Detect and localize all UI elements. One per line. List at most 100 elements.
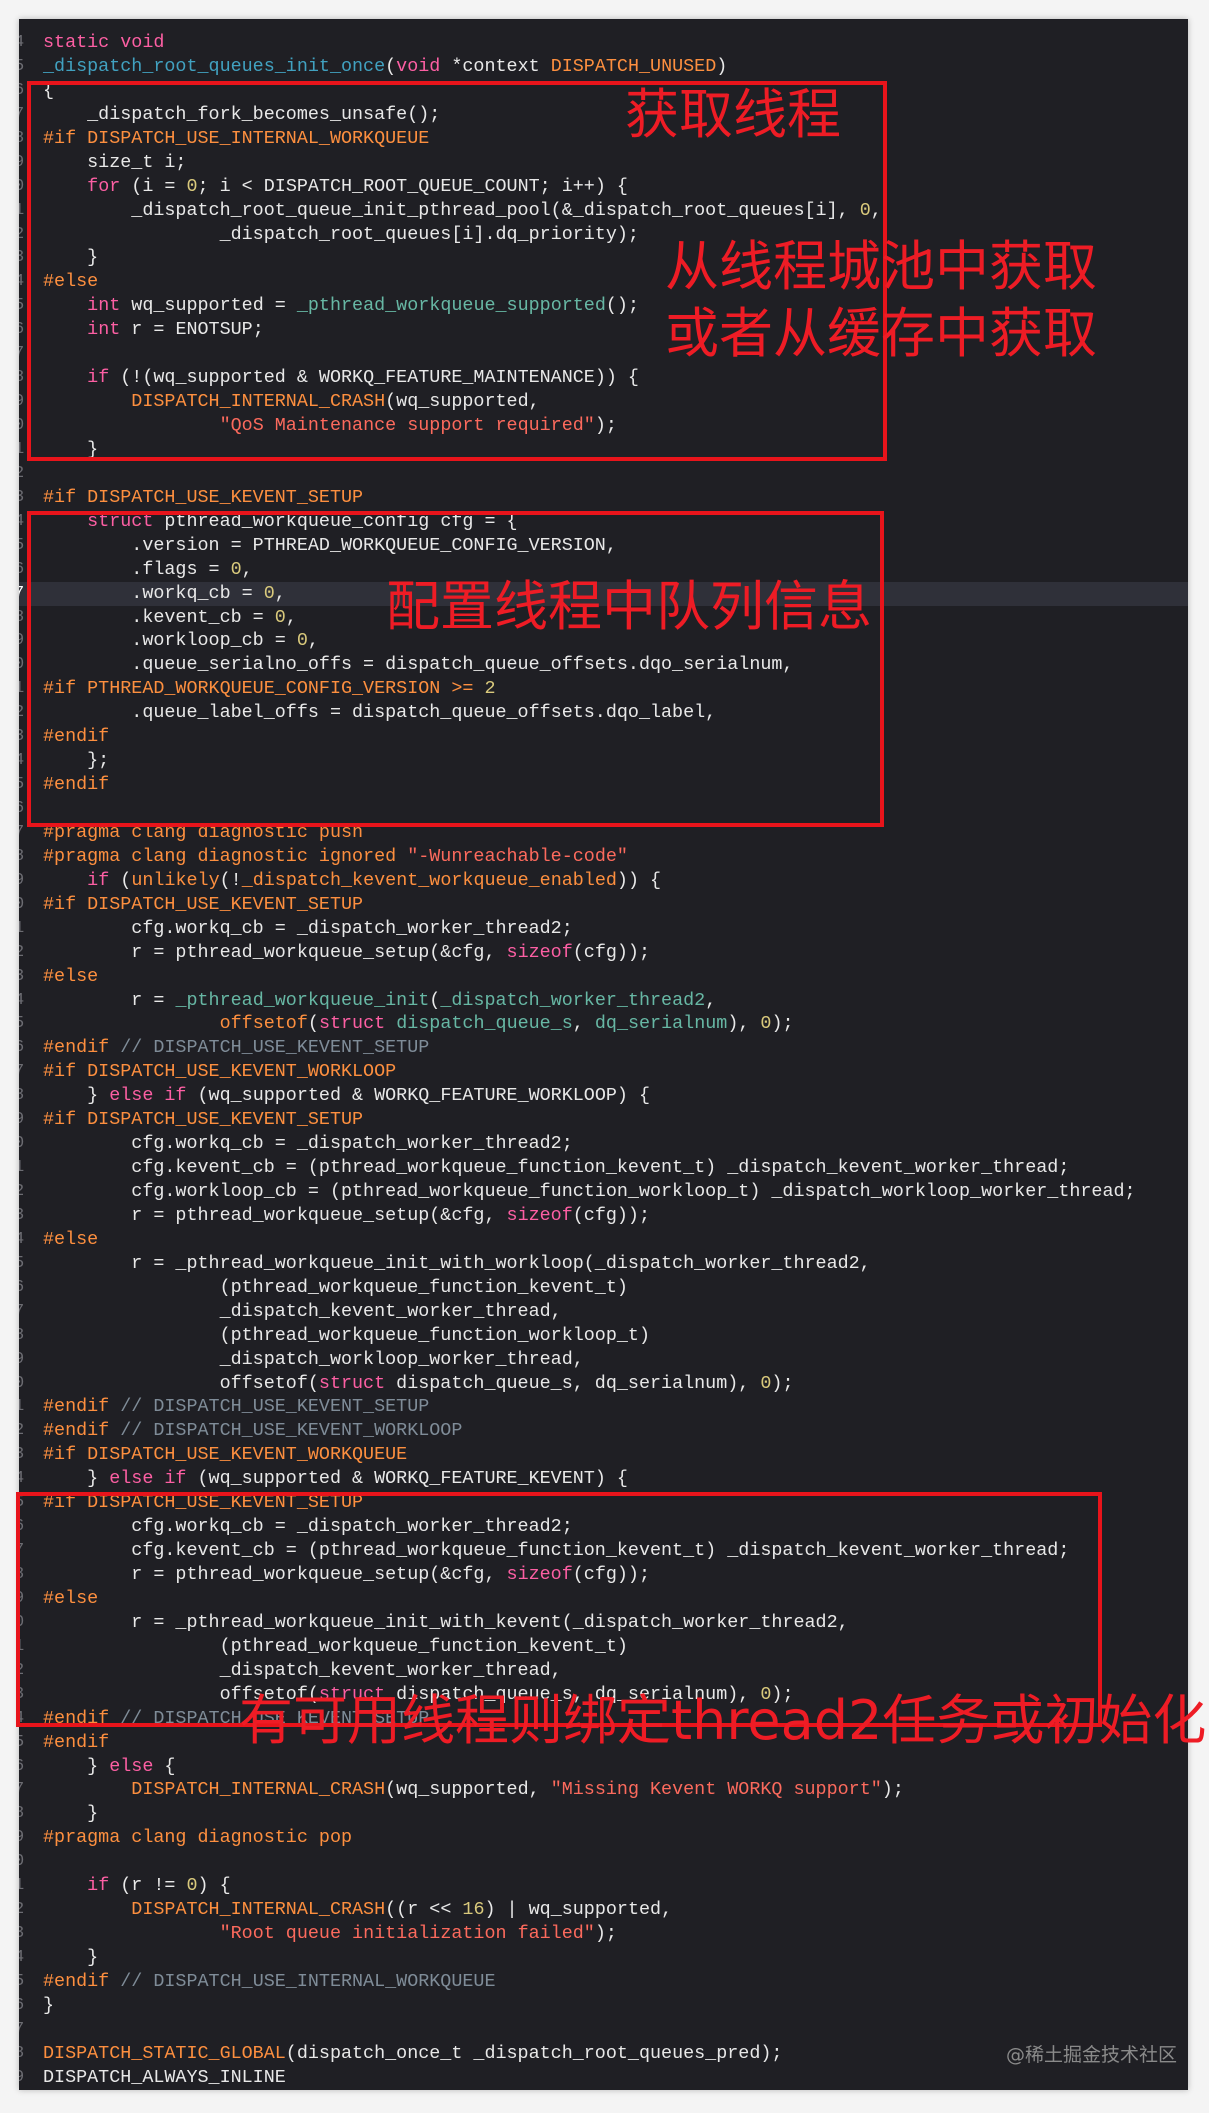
code-text: offsetof(struct dispatch_queue_s, dq_ser…	[43, 1012, 794, 1036]
code-line[interactable]: 3 #if DISPATCH_USE_KEVENT_SETUP	[19, 486, 1188, 510]
code-line[interactable]: 9 _dispatch_workloop_worker_thread,	[19, 1348, 1188, 1372]
code-line[interactable]: 3 r = pthread_workqueue_setup(&cfg, size…	[19, 1204, 1188, 1228]
code-line[interactable]: 9 DISPATCH_INTERNAL_CRASH(wq_supported,	[19, 390, 1188, 414]
code-line[interactable]: 6	[19, 797, 1188, 821]
code-line[interactable]: 3 "Root queue initialization failed");	[19, 1922, 1188, 1946]
code-line[interactable]: 2 _dispatch_kevent_worker_thread,	[19, 1659, 1188, 1683]
code-line[interactable]: 7	[19, 2018, 1188, 2042]
code-line[interactable]: 1 cfg.kevent_cb = (pthread_workqueue_fun…	[19, 1156, 1188, 1180]
line-number: 1	[19, 1397, 25, 1417]
code-line[interactable]: 5 offsetof(struct dispatch_queue_s, dq_s…	[19, 1012, 1188, 1036]
code-line[interactable]: 5 #endif // DISPATCH_USE_INTERNAL_WORKQUE…	[19, 1970, 1188, 1994]
code-line[interactable]: 2	[19, 462, 1188, 486]
code-line[interactable]: 4 };	[19, 749, 1188, 773]
code-line[interactable]: 9 if (unlikely(!_dispatch_kevent_workque…	[19, 869, 1188, 893]
code-line[interactable]: 8 #pragma clang diagnostic ignored "-Wunr…	[19, 845, 1188, 869]
code-line[interactable]: 8 if (!(wq_supported & WORKQ_FEATURE_MAI…	[19, 366, 1188, 390]
code-line[interactable]: 1 }	[19, 438, 1188, 462]
code-line[interactable]: 9 #pragma clang diagnostic pop	[19, 1826, 1188, 1850]
code-line[interactable]: 6{	[19, 79, 1188, 103]
code-line[interactable]: 0 .queue_serialno_offs = dispatch_queue_…	[19, 653, 1188, 677]
code-line[interactable]: 8 (pthread_workqueue_function_workloop_t…	[19, 1324, 1188, 1348]
code-line[interactable]: 4 struct pthread_workqueue_config cfg = …	[19, 510, 1188, 534]
code-line[interactable]: 0 offsetof(struct dispatch_queue_s, dq_s…	[19, 1372, 1188, 1396]
code-line[interactable]: 1 (pthread_workqueue_function_kevent_t)	[19, 1635, 1188, 1659]
code-line[interactable]: 1 #if PTHREAD_WORKQUEUE_CONFIG_VERSION >=…	[19, 677, 1188, 701]
line-number: 6	[19, 1038, 25, 1058]
code-line[interactable]: 2 #endif // DISPATCH_USE_KEVENT_WORKLOOP	[19, 1419, 1188, 1443]
code-line[interactable]: 3 #endif	[19, 725, 1188, 749]
code-line[interactable]: 5 _dispatch_root_queues_init_once(void *c…	[19, 55, 1188, 79]
code-line[interactable]: 4 } else if (wq_supported & WORKQ_FEATUR…	[19, 1467, 1188, 1491]
code-line[interactable]: 2 .queue_label_offs = dispatch_queue_off…	[19, 701, 1188, 725]
code-line[interactable]: 3 #else	[19, 965, 1188, 989]
code-token: (pthread_workqueue_function_kevent_t)	[43, 1276, 628, 1298]
code-line[interactable]: 8 }	[19, 1802, 1188, 1826]
code-line[interactable]: 4 r = _pthread_workqueue_init(_dispatch_…	[19, 989, 1188, 1013]
code-line[interactable]: 8 #if DISPATCH_USE_INTERNAL_WORKQUEUE	[19, 127, 1188, 151]
code-line[interactable]: 4 #else	[19, 1228, 1188, 1252]
line-number: 8	[19, 846, 25, 866]
line-number: 5	[19, 296, 25, 316]
code-line[interactable]: 7 DISPATCH_INTERNAL_CRASH(wq_supported, …	[19, 1778, 1188, 1802]
line-number: 4	[19, 33, 25, 52]
code-line[interactable]: 3 #if DISPATCH_USE_KEVENT_WORKQUEUE	[19, 1443, 1188, 1467]
code-token: int	[87, 295, 121, 317]
line-number: 6	[19, 1517, 25, 1537]
code-line[interactable]: 7 _dispatch_kevent_worker_thread,	[19, 1300, 1188, 1324]
code-line[interactable]: 9 DISPATCH_ALWAYS_INLINE	[19, 2066, 1188, 2090]
code-line[interactable]: 6 #endif // DISPATCH_USE_KEVENT_SETUP	[19, 1036, 1188, 1060]
code-line[interactable]: 5 r = _pthread_workqueue_init_with_workl…	[19, 1252, 1188, 1276]
code-line[interactable]: 6}	[19, 1994, 1188, 2018]
code-line[interactable]: 5 .version = PTHREAD_WORKQUEUE_CONFIG_VE…	[19, 534, 1188, 558]
code-line[interactable]: 0	[19, 1850, 1188, 1874]
code-line[interactable]: 6 } else {	[19, 1755, 1188, 1779]
code-line[interactable]: 9 #if DISPATCH_USE_KEVENT_SETUP	[19, 1108, 1188, 1132]
code-text: cfg.workq_cb = _dispatch_worker_thread2;	[43, 917, 572, 941]
code-line[interactable]: 7 #if DISPATCH_USE_KEVENT_WORKLOOP	[19, 1060, 1188, 1084]
code-text: #if DISPATCH_USE_KEVENT_WORKLOOP	[43, 1060, 396, 1084]
code-line[interactable]: 2 r = pthread_workqueue_setup(&cfg, size…	[19, 941, 1188, 965]
code-token: #endif	[43, 1707, 110, 1729]
code-token: _dispatch_kevent_worker_thread,	[43, 1300, 562, 1322]
code-line[interactable]: 9 size_t i;	[19, 151, 1188, 175]
code-line[interactable]: 7 _dispatch_fork_becomes_unsafe();	[19, 103, 1188, 127]
code-line[interactable]: 0 #if DISPATCH_USE_KEVENT_SETUP	[19, 893, 1188, 917]
code-line[interactable]: 1 if (r != 0) {	[19, 1874, 1188, 1898]
code-text: static void	[43, 31, 164, 55]
code-text: #else	[43, 1587, 98, 1611]
code-line[interactable]: 7 cfg.kevent_cb = (pthread_workqueue_fun…	[19, 1539, 1188, 1563]
line-number: 7	[19, 344, 25, 364]
code-line[interactable]: 6 cfg.workq_cb = _dispatch_worker_thread…	[19, 1515, 1188, 1539]
code-line[interactable]: 2 cfg.workloop_cb = (pthread_workqueue_f…	[19, 1180, 1188, 1204]
code-line[interactable]: 6 (pthread_workqueue_function_kevent_t)	[19, 1276, 1188, 1300]
code-line[interactable]: 1 cfg.workq_cb = _dispatch_worker_thread…	[19, 917, 1188, 941]
code-line[interactable]: 7 #pragma clang diagnostic push	[19, 821, 1188, 845]
code-line[interactable]: 1 #endif // DISPATCH_USE_KEVENT_SETUP	[19, 1395, 1188, 1419]
code-line[interactable]: 2 DISPATCH_INTERNAL_CRASH((r << 16) | wq…	[19, 1898, 1188, 1922]
code-line[interactable]: 8 r = pthread_workqueue_setup(&cfg, size…	[19, 1563, 1188, 1587]
code-line[interactable]: 8 } else if (wq_supported & WORKQ_FEATUR…	[19, 1084, 1188, 1108]
code-line[interactable]: 0 cfg.workq_cb = _dispatch_worker_thread…	[19, 1132, 1188, 1156]
code-line[interactable]: 4 }	[19, 1946, 1188, 1970]
code-line[interactable]: 0 r = _pthread_workqueue_init_with_keven…	[19, 1611, 1188, 1635]
code-line[interactable]: 4 static void	[19, 31, 1188, 55]
code-text: _dispatch_root_queue_init_pthread_pool(&…	[43, 199, 882, 223]
code-token: .version = PTHREAD_WORKQUEUE_CONFIG_VERS…	[43, 534, 617, 556]
code-line[interactable]: 1 _dispatch_root_queue_init_pthread_pool…	[19, 199, 1188, 223]
line-number: 0	[19, 1612, 25, 1632]
line-number: 0	[19, 1373, 25, 1393]
code-text: for (i = 0; i < DISPATCH_ROOT_QUEUE_COUN…	[43, 175, 628, 199]
code-line[interactable]: 9 #else	[19, 1587, 1188, 1611]
code-token: ((r <<	[385, 1899, 463, 1921]
code-text: "QoS Maintenance support required");	[43, 414, 617, 438]
code-token: ,	[705, 989, 717, 1011]
line-number: 4	[19, 751, 25, 771]
code-line[interactable]: 0 "QoS Maintenance support required");	[19, 414, 1188, 438]
code-line[interactable]: 5 #if DISPATCH_USE_KEVENT_SETUP	[19, 1491, 1188, 1515]
code-line[interactable]: 5 #endif	[19, 773, 1188, 797]
code-line[interactable]: 0 for (i = 0; i < DISPATCH_ROOT_QUEUE_CO…	[19, 175, 1188, 199]
code-text: #pragma clang diagnostic ignored "-Wunre…	[43, 845, 628, 869]
